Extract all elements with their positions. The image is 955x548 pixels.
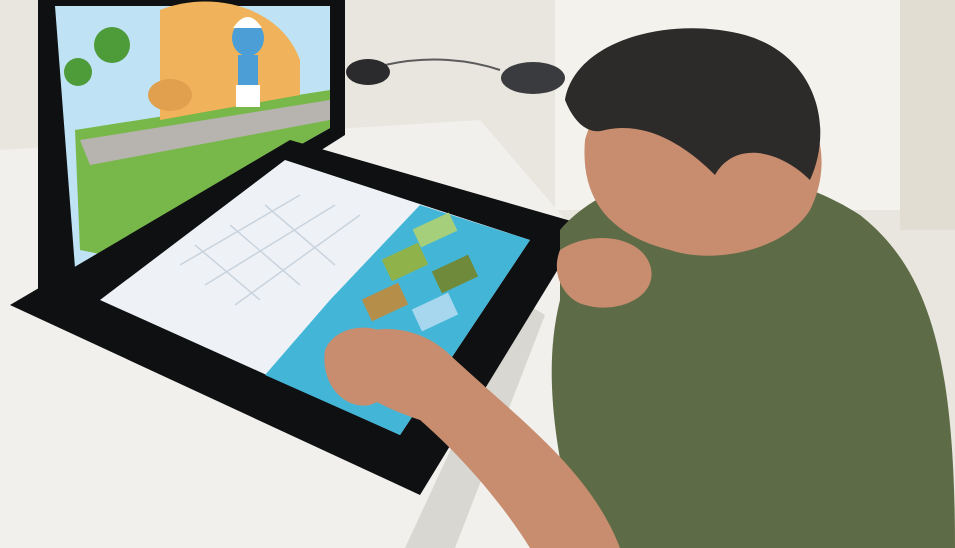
photo-scene bbox=[0, 0, 955, 548]
cartoon-dog-icon bbox=[148, 79, 192, 111]
cartoon-tree-1 bbox=[94, 27, 130, 63]
photo-illustration bbox=[0, 0, 955, 548]
door-frame bbox=[900, 0, 955, 230]
left-hand bbox=[556, 238, 652, 308]
mouse-2-icon bbox=[501, 62, 565, 94]
mouse-icon bbox=[346, 59, 390, 85]
cartoon-tree-2 bbox=[64, 58, 92, 86]
